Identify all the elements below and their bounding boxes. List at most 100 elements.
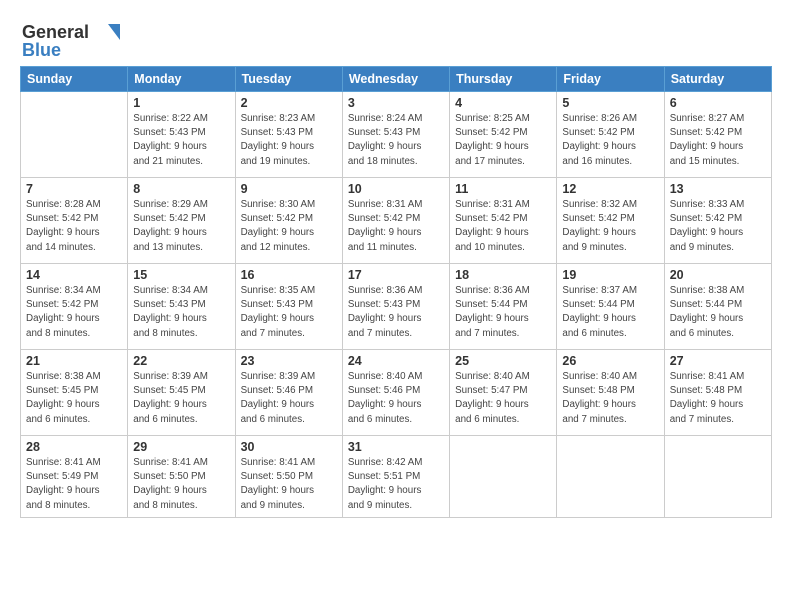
week-row-4: 21 Sunrise: 8:38 AMSunset: 5:45 PMDayligh… bbox=[21, 350, 772, 436]
day-info: Sunrise: 8:40 AMSunset: 5:46 PMDaylight:… bbox=[348, 370, 444, 427]
calendar-cell: 24 Sunrise: 8:40 AMSunset: 5:46 PMDayligh… bbox=[342, 350, 449, 436]
weekday-header-wednesday: Wednesday bbox=[342, 67, 449, 92]
calendar-cell: 30 Sunrise: 8:41 AMSunset: 5:50 PMDayligh… bbox=[235, 436, 342, 518]
weekday-header-thursday: Thursday bbox=[450, 67, 557, 92]
day-info: Sunrise: 8:38 AMSunset: 5:44 PMDaylight:… bbox=[670, 284, 766, 341]
day-info: Sunrise: 8:22 AMSunset: 5:43 PMDaylight:… bbox=[133, 112, 229, 169]
calendar-cell: 22 Sunrise: 8:39 AMSunset: 5:45 PMDayligh… bbox=[128, 350, 235, 436]
day-number: 7 bbox=[26, 182, 122, 196]
day-number: 27 bbox=[670, 354, 766, 368]
calendar-cell: 17 Sunrise: 8:36 AMSunset: 5:43 PMDayligh… bbox=[342, 264, 449, 350]
calendar-cell bbox=[21, 92, 128, 178]
day-number: 25 bbox=[455, 354, 551, 368]
day-info: Sunrise: 8:24 AMSunset: 5:43 PMDaylight:… bbox=[348, 112, 444, 169]
day-number: 24 bbox=[348, 354, 444, 368]
day-number: 13 bbox=[670, 182, 766, 196]
calendar-cell: 8Sunrise: 8:29 AMSunset: 5:42 PMDaylight… bbox=[128, 178, 235, 264]
day-number: 11 bbox=[455, 182, 551, 196]
day-number: 1 bbox=[133, 96, 229, 110]
calendar-cell: 7 Sunrise: 8:28 AMSunset: 5:42 PMDaylight… bbox=[21, 178, 128, 264]
day-info: Sunrise: 8:33 AMSunset: 5:42 PMDaylight:… bbox=[670, 198, 766, 255]
calendar-cell: 6Sunrise: 8:27 AMSunset: 5:42 PMDaylight… bbox=[664, 92, 771, 178]
day-info: Sunrise: 8:28 AMSunset: 5:42 PMDaylight:… bbox=[26, 198, 122, 255]
weekday-header-monday: Monday bbox=[128, 67, 235, 92]
day-info: Sunrise: 8:36 AMSunset: 5:44 PMDaylight:… bbox=[455, 284, 551, 341]
calendar-cell: 10Sunrise: 8:31 AMSunset: 5:42 PMDayligh… bbox=[342, 178, 449, 264]
day-info: Sunrise: 8:42 AMSunset: 5:51 PMDaylight:… bbox=[348, 456, 444, 513]
day-number: 19 bbox=[562, 268, 658, 282]
day-number: 23 bbox=[241, 354, 337, 368]
week-row-2: 7 Sunrise: 8:28 AMSunset: 5:42 PMDaylight… bbox=[21, 178, 772, 264]
day-number: 26 bbox=[562, 354, 658, 368]
day-number: 28 bbox=[26, 440, 122, 454]
weekday-header-row: SundayMondayTuesdayWednesdayThursdayFrid… bbox=[21, 67, 772, 92]
calendar-cell: 23 Sunrise: 8:39 AMSunset: 5:46 PMDayligh… bbox=[235, 350, 342, 436]
day-number: 21 bbox=[26, 354, 122, 368]
day-info: Sunrise: 8:39 AMSunset: 5:45 PMDaylight:… bbox=[133, 370, 229, 427]
calendar-cell bbox=[664, 436, 771, 518]
calendar-cell: 9Sunrise: 8:30 AMSunset: 5:42 PMDaylight… bbox=[235, 178, 342, 264]
calendar-cell bbox=[557, 436, 664, 518]
calendar-cell: 31 Sunrise: 8:42 AMSunset: 5:51 PMDayligh… bbox=[342, 436, 449, 518]
day-info: Sunrise: 8:36 AMSunset: 5:43 PMDaylight:… bbox=[348, 284, 444, 341]
day-number: 2 bbox=[241, 96, 337, 110]
day-number: 31 bbox=[348, 440, 444, 454]
calendar-cell: 11 Sunrise: 8:31 AMSunset: 5:42 PMDayligh… bbox=[450, 178, 557, 264]
calendar-cell: 5 Sunrise: 8:26 AMSunset: 5:42 PMDaylight… bbox=[557, 92, 664, 178]
day-info: Sunrise: 8:29 AMSunset: 5:42 PMDaylight:… bbox=[133, 198, 229, 255]
day-info: Sunrise: 8:41 AMSunset: 5:50 PMDaylight:… bbox=[133, 456, 229, 513]
day-number: 29 bbox=[133, 440, 229, 454]
calendar: SundayMondayTuesdayWednesdayThursdayFrid… bbox=[20, 66, 772, 518]
day-number: 15 bbox=[133, 268, 229, 282]
calendar-cell: 2 Sunrise: 8:23 AMSunset: 5:43 PMDaylight… bbox=[235, 92, 342, 178]
calendar-cell: 26 Sunrise: 8:40 AMSunset: 5:48 PMDayligh… bbox=[557, 350, 664, 436]
day-info: Sunrise: 8:23 AMSunset: 5:43 PMDaylight:… bbox=[241, 112, 337, 169]
day-number: 5 bbox=[562, 96, 658, 110]
day-info: Sunrise: 8:25 AMSunset: 5:42 PMDaylight:… bbox=[455, 112, 551, 169]
day-info: Sunrise: 8:32 AMSunset: 5:42 PMDaylight:… bbox=[562, 198, 658, 255]
day-info: Sunrise: 8:40 AMSunset: 5:48 PMDaylight:… bbox=[562, 370, 658, 427]
calendar-cell: 12Sunrise: 8:32 AMSunset: 5:42 PMDayligh… bbox=[557, 178, 664, 264]
day-number: 20 bbox=[670, 268, 766, 282]
calendar-cell: 15Sunrise: 8:34 AMSunset: 5:43 PMDayligh… bbox=[128, 264, 235, 350]
day-info: Sunrise: 8:41 AMSunset: 5:49 PMDaylight:… bbox=[26, 456, 122, 513]
day-number: 14 bbox=[26, 268, 122, 282]
week-row-1: 1 Sunrise: 8:22 AMSunset: 5:43 PMDaylight… bbox=[21, 92, 772, 178]
day-number: 16 bbox=[241, 268, 337, 282]
weekday-header-tuesday: Tuesday bbox=[235, 67, 342, 92]
week-row-3: 14 Sunrise: 8:34 AMSunset: 5:42 PMDayligh… bbox=[21, 264, 772, 350]
calendar-cell: 16Sunrise: 8:35 AMSunset: 5:43 PMDayligh… bbox=[235, 264, 342, 350]
calendar-cell bbox=[450, 436, 557, 518]
day-info: Sunrise: 8:26 AMSunset: 5:42 PMDaylight:… bbox=[562, 112, 658, 169]
calendar-cell: 13 Sunrise: 8:33 AMSunset: 5:42 PMDayligh… bbox=[664, 178, 771, 264]
day-info: Sunrise: 8:27 AMSunset: 5:42 PMDaylight:… bbox=[670, 112, 766, 169]
day-number: 18 bbox=[455, 268, 551, 282]
day-info: Sunrise: 8:41 AMSunset: 5:50 PMDaylight:… bbox=[241, 456, 337, 513]
day-info: Sunrise: 8:41 AMSunset: 5:48 PMDaylight:… bbox=[670, 370, 766, 427]
day-number: 3 bbox=[348, 96, 444, 110]
header: General Blue bbox=[20, 18, 772, 60]
weekday-header-friday: Friday bbox=[557, 67, 664, 92]
calendar-cell: 25Sunrise: 8:40 AMSunset: 5:47 PMDayligh… bbox=[450, 350, 557, 436]
day-info: Sunrise: 8:31 AMSunset: 5:42 PMDaylight:… bbox=[455, 198, 551, 255]
calendar-cell: 3 Sunrise: 8:24 AMSunset: 5:43 PMDaylight… bbox=[342, 92, 449, 178]
calendar-cell: 19 Sunrise: 8:37 AMSunset: 5:44 PMDayligh… bbox=[557, 264, 664, 350]
calendar-cell: 20 Sunrise: 8:38 AMSunset: 5:44 PMDayligh… bbox=[664, 264, 771, 350]
day-number: 17 bbox=[348, 268, 444, 282]
calendar-cell: 27 Sunrise: 8:41 AMSunset: 5:48 PMDayligh… bbox=[664, 350, 771, 436]
weekday-header-saturday: Saturday bbox=[664, 67, 771, 92]
calendar-cell: 21 Sunrise: 8:38 AMSunset: 5:45 PMDayligh… bbox=[21, 350, 128, 436]
day-number: 30 bbox=[241, 440, 337, 454]
page: General Blue SundayMondayTuesdayWednesda… bbox=[0, 0, 792, 612]
day-info: Sunrise: 8:34 AMSunset: 5:42 PMDaylight:… bbox=[26, 284, 122, 341]
calendar-cell: 18 Sunrise: 8:36 AMSunset: 5:44 PMDayligh… bbox=[450, 264, 557, 350]
calendar-cell: 28 Sunrise: 8:41 AMSunset: 5:49 PMDayligh… bbox=[21, 436, 128, 518]
day-info: Sunrise: 8:38 AMSunset: 5:45 PMDaylight:… bbox=[26, 370, 122, 427]
svg-text:General: General bbox=[22, 22, 89, 42]
day-info: Sunrise: 8:39 AMSunset: 5:46 PMDaylight:… bbox=[241, 370, 337, 427]
day-info: Sunrise: 8:37 AMSunset: 5:44 PMDaylight:… bbox=[562, 284, 658, 341]
day-info: Sunrise: 8:30 AMSunset: 5:42 PMDaylight:… bbox=[241, 198, 337, 255]
calendar-cell: 14 Sunrise: 8:34 AMSunset: 5:42 PMDayligh… bbox=[21, 264, 128, 350]
calendar-cell: 1 Sunrise: 8:22 AMSunset: 5:43 PMDaylight… bbox=[128, 92, 235, 178]
day-number: 22 bbox=[133, 354, 229, 368]
